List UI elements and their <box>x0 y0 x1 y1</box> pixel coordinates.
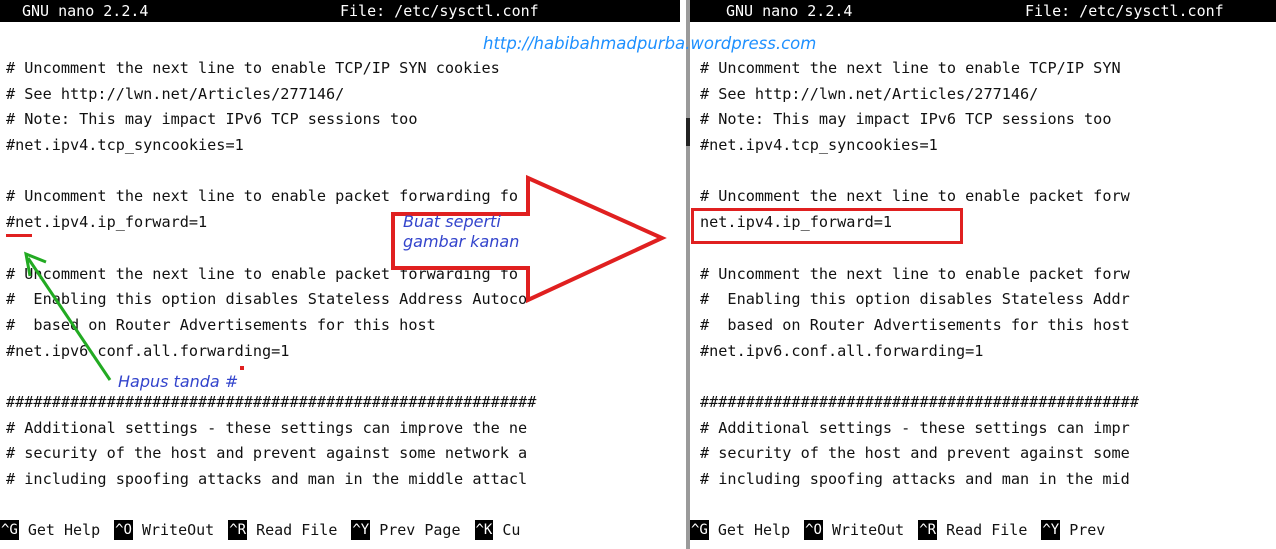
ip-forward-highlight-box <box>691 208 963 244</box>
green-arrow-icon <box>26 257 112 381</box>
remove-hash-note: Hapus tanda # <box>118 372 239 391</box>
hash-underline-mark <box>6 234 32 237</box>
arrow-note: Buat seperti gambar kanan <box>403 212 520 251</box>
annotation-overlay <box>24 174 667 381</box>
red-dot-mark <box>240 366 244 370</box>
green-arrowhead-icon <box>24 251 47 277</box>
watermark-url: http://habibahmadpurba.wordpress.com <box>483 34 817 53</box>
